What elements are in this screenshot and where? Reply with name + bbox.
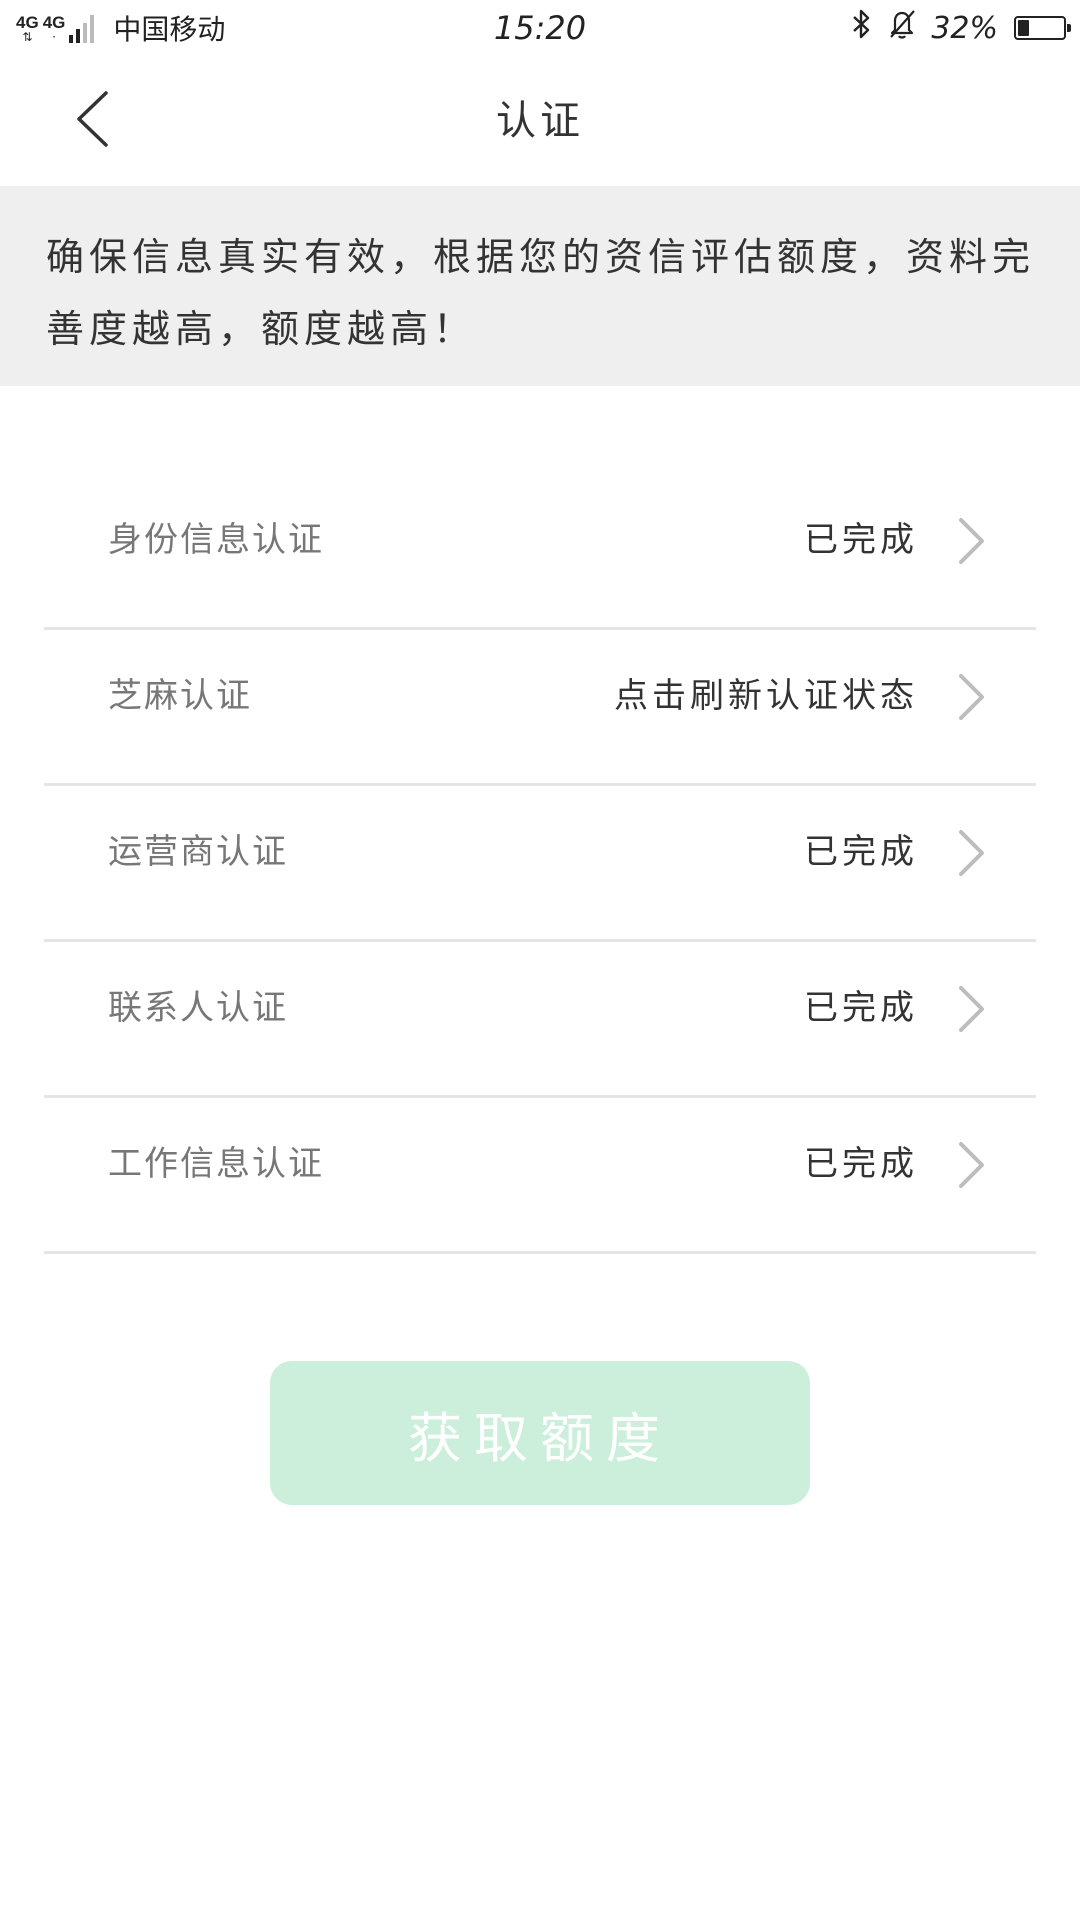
chevron-left-icon — [77, 91, 108, 147]
cert-row-identity[interactable]: 身份信息认证 已完成 — [44, 474, 1036, 630]
cert-row-zhima[interactable]: 芝麻认证 点击刷新认证状态 — [44, 630, 1036, 786]
bluetooth-icon — [851, 9, 873, 47]
chevron-right-icon — [959, 518, 984, 564]
chevron-right-icon — [959, 1142, 984, 1188]
battery-icon — [1014, 16, 1071, 40]
cert-label: 芝麻认证 — [108, 676, 252, 716]
cert-label: 工作信息认证 — [108, 1144, 324, 1184]
bell-off-icon — [887, 8, 917, 48]
chevron-right-icon — [959, 830, 984, 876]
cert-status: 已完成 — [804, 832, 918, 872]
certification-list: 身份信息认证 已完成 芝麻认证 点击刷新认证状态 运营商认证 已完成 联系人认证… — [44, 474, 1036, 1254]
battery-percent: 32% — [931, 10, 998, 46]
cert-status: 已完成 — [804, 988, 918, 1028]
cert-label: 联系人认证 — [108, 988, 288, 1028]
navigation-bar: 认证 — [0, 56, 1080, 186]
page-title: 认证 — [496, 98, 584, 144]
cert-row-contacts[interactable]: 联系人认证 已完成 — [44, 942, 1036, 1098]
battery-cap — [1067, 24, 1071, 32]
cert-label: 运营商认证 — [108, 832, 288, 872]
cert-status: 点击刷新认证状态 — [614, 676, 918, 716]
cert-status: 已完成 — [804, 520, 918, 560]
cert-row-work[interactable]: 工作信息认证 已完成 — [44, 1098, 1036, 1254]
get-limit-button[interactable]: 获取额度 — [270, 1361, 810, 1505]
info-banner: 确保信息真实有效，根据您的资信评估额度，资料完善度越高，额度越高！ — [0, 186, 1080, 386]
cert-label: 身份信息认证 — [108, 520, 324, 560]
back-button[interactable] — [62, 84, 122, 154]
status-right: 32% — [851, 0, 1071, 56]
chevron-right-icon — [959, 674, 984, 720]
cert-row-carrier[interactable]: 运营商认证 已完成 — [44, 786, 1036, 942]
battery-level — [1018, 20, 1030, 36]
cert-status: 已完成 — [804, 1144, 918, 1184]
status-bar: 4G ⇅ 4G · 中国移动 15:20 32% — [0, 0, 1080, 56]
info-banner-text: 确保信息真实有效，根据您的资信评估额度，资料完善度越高，额度越高！ — [46, 235, 1036, 351]
chevron-right-icon — [959, 986, 984, 1032]
